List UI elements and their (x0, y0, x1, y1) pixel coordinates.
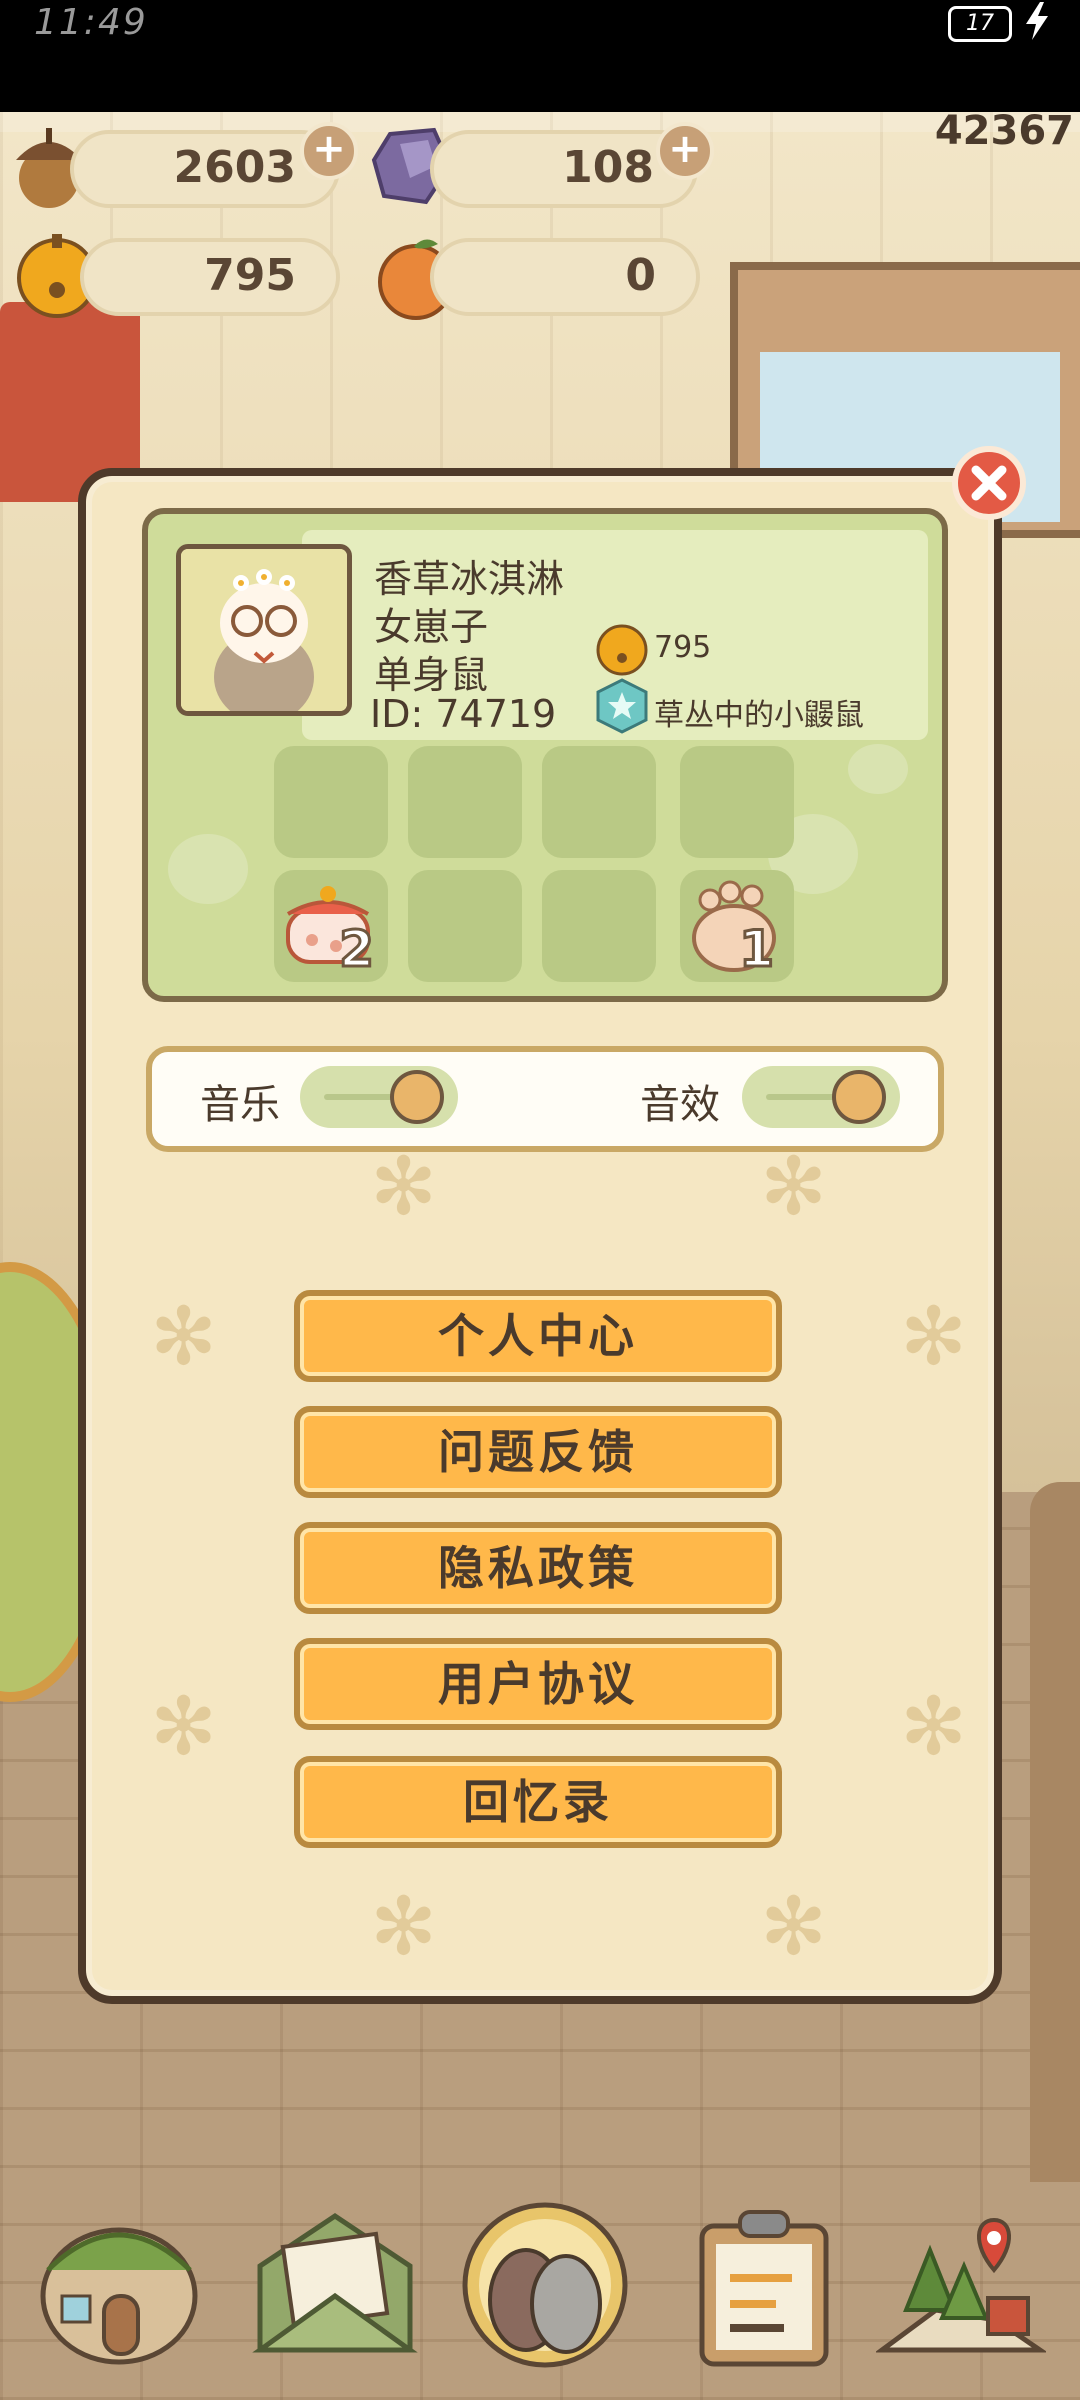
item-count: 1 (738, 919, 776, 980)
gear-icon: ✻ (370, 1880, 438, 1973)
item-slot[interactable] (408, 870, 522, 982)
tasks-nav-button[interactable] (680, 2200, 850, 2370)
gear-icon: ✻ (150, 1290, 218, 1383)
status-time: 11:49 (34, 2, 148, 43)
memories-button[interactable]: 回忆录 (294, 1756, 782, 1848)
gem-count: 108 (562, 142, 654, 193)
gear-icon: ✻ (370, 1140, 438, 1233)
music-toggle[interactable] (300, 1066, 458, 1128)
bell-icon (594, 620, 650, 676)
sfx-toggle[interactable] (742, 1066, 900, 1128)
close-icon (971, 465, 1007, 501)
map-icon (874, 2217, 1049, 2353)
item-slot[interactable] (680, 746, 794, 858)
star-badge-icon (594, 678, 650, 734)
toggle-knob (390, 1070, 444, 1124)
bell-count: 795 (204, 250, 296, 301)
moles-nav-button[interactable] (460, 2200, 630, 2370)
gear-icon: ✻ (150, 1680, 218, 1773)
item-slot[interactable] (274, 746, 388, 858)
acorn-count: 2603 (173, 142, 296, 193)
paw-cushion-icon (692, 880, 776, 972)
gear-icon: ✻ (760, 1140, 828, 1233)
bell-counter: 795 (80, 238, 340, 316)
score-value: 42367 (934, 108, 1074, 154)
gear-icon: ✻ (900, 1290, 968, 1383)
item-slot[interactable] (542, 746, 656, 858)
item-slot-paw[interactable]: 1 (680, 870, 794, 982)
house-nav-button[interactable] (34, 2200, 204, 2370)
mail-nav-button[interactable] (250, 2200, 420, 2370)
clipboard-icon (699, 2210, 829, 2367)
orange-counter: 0 (430, 238, 700, 316)
mail-icon (252, 2212, 418, 2353)
player-name: 香草冰淇淋 (374, 557, 565, 601)
toggle-knob (832, 1070, 886, 1124)
acorn-counter: 2603 (70, 130, 340, 208)
close-button[interactable] (952, 446, 1026, 520)
item-count: 2 (338, 919, 376, 980)
music-label: 音乐 (200, 1082, 280, 1128)
status-bar: 11:49 17 (0, 0, 1080, 112)
mole-avatar-icon (181, 549, 347, 711)
orange-count: 0 (625, 250, 656, 301)
sfx-label: 音效 (640, 1082, 720, 1128)
wood-panel (1030, 1482, 1080, 2182)
user-agreement-button[interactable]: 用户协议 (294, 1638, 782, 1730)
add-acorns-button[interactable]: + (300, 122, 358, 180)
relationship-status: 单身鼠 (374, 653, 489, 697)
house-icon (40, 2227, 198, 2365)
player-rank: 草丛中的小鼹鼠 (654, 698, 864, 733)
item-slot[interactable] (408, 746, 522, 858)
player-title: 女崽子 (374, 605, 489, 649)
item-slot[interactable] (542, 870, 656, 982)
gear-icon: ✻ (900, 1680, 968, 1773)
map-nav-button[interactable] (874, 2200, 1049, 2370)
personal-center-button[interactable]: 个人中心 (294, 1290, 782, 1382)
charging-icon (1026, 2, 1048, 40)
privacy-policy-button[interactable]: 隐私政策 (294, 1522, 782, 1614)
gear-icon: ✻ (760, 1880, 828, 1973)
avatar[interactable] (176, 544, 352, 716)
item-slot-pot[interactable]: 2 (274, 870, 388, 982)
add-gems-button[interactable]: + (656, 122, 714, 180)
profile-bell-count: 795 (654, 630, 712, 665)
feedback-button[interactable]: 问题反馈 (294, 1406, 782, 1498)
player-id: ID: 74719 (370, 692, 557, 736)
moles-icon (462, 2202, 628, 2368)
battery-indicator: 17 (948, 6, 1012, 42)
